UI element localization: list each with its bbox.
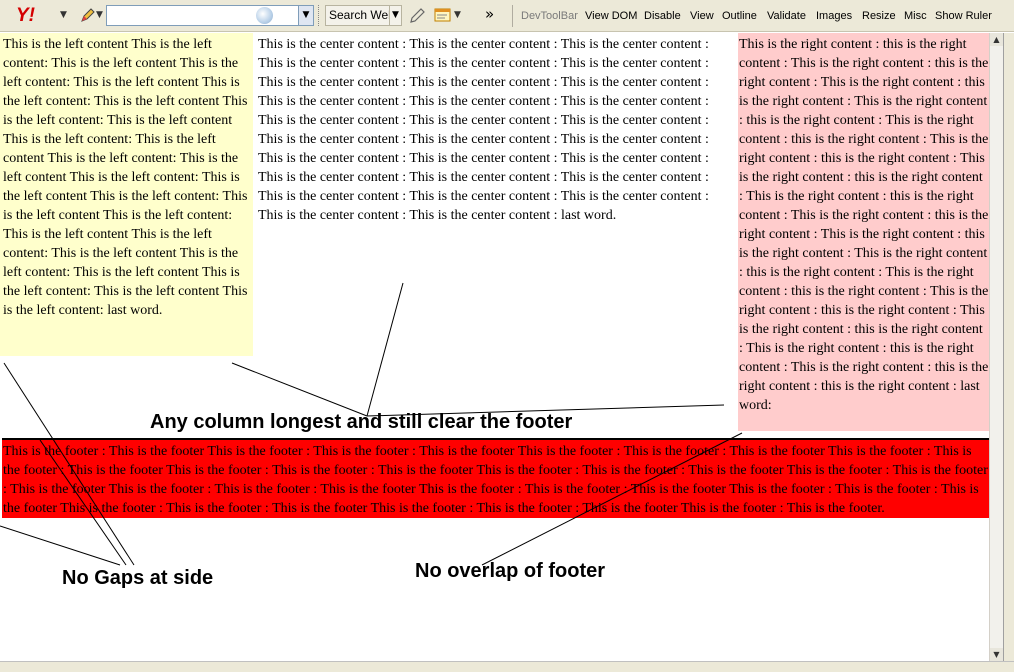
yahoo-logo-button[interactable]: Y! [16, 6, 35, 26]
scroll-down-icon[interactable]: ▼ [990, 648, 1003, 661]
arrow-to-right-column [366, 404, 725, 417]
arrow-to-left-edge [3, 362, 135, 566]
view-dom-button[interactable]: View DOM [585, 9, 637, 23]
toolbar-separator [512, 5, 513, 27]
status-bar [0, 661, 1014, 672]
annotation-arrows [0, 282, 743, 566]
pen-menu-dropdown-icon[interactable]: ▼ [96, 10, 103, 20]
scroll-up-icon[interactable]: ▲ [990, 33, 1003, 46]
form-fill-dropdown-icon[interactable]: ▼ [454, 10, 461, 20]
browser-toolbar: Y! ▼ ▼ ▼ Search Web ▼ ▼ » DevToolBar Vie… [0, 0, 1014, 32]
disable-menu[interactable]: Disable [644, 9, 681, 23]
images-menu[interactable]: Images [816, 9, 852, 23]
resize-menu[interactable]: Resize [862, 9, 896, 23]
search-history-dropdown-icon[interactable]: ▼ [298, 6, 313, 25]
search-globe-icon [256, 7, 273, 24]
arrow-to-center-column [366, 282, 404, 417]
highlighter-pen-icon[interactable] [79, 6, 97, 29]
search-web-dropdown-icon[interactable]: ▼ [389, 5, 402, 26]
toolbar-overflow-chevron-icon[interactable]: » [485, 5, 494, 23]
side-panel-edge [1003, 33, 1014, 661]
arrow-to-footer-bottom-left [0, 525, 121, 566]
view-menu[interactable]: View [690, 9, 714, 23]
page-content: This is the left content This is the lef… [0, 33, 989, 661]
devtoolbar-title: DevToolBar [521, 10, 578, 22]
arrow-to-footer-left [39, 439, 127, 566]
misc-menu[interactable]: Misc [904, 9, 927, 23]
arrow-to-left-column [231, 362, 368, 417]
search-field[interactable]: ▼ [106, 5, 314, 26]
form-fill-icon[interactable] [434, 7, 452, 28]
yahoo-menu-dropdown-icon[interactable]: ▼ [60, 10, 67, 20]
show-ruler-button[interactable]: Show Ruler [935, 9, 992, 23]
arrow-to-footer-top-right [481, 432, 743, 566]
vertical-scrollbar[interactable]: ▲ ▼ [989, 33, 1003, 661]
toolbar-grip[interactable] [318, 5, 322, 26]
outline-menu[interactable]: Outline [722, 9, 757, 23]
validate-menu[interactable]: Validate [767, 9, 806, 23]
pencil-icon[interactable] [408, 7, 426, 30]
search-web-button[interactable]: Search Web [325, 5, 399, 26]
